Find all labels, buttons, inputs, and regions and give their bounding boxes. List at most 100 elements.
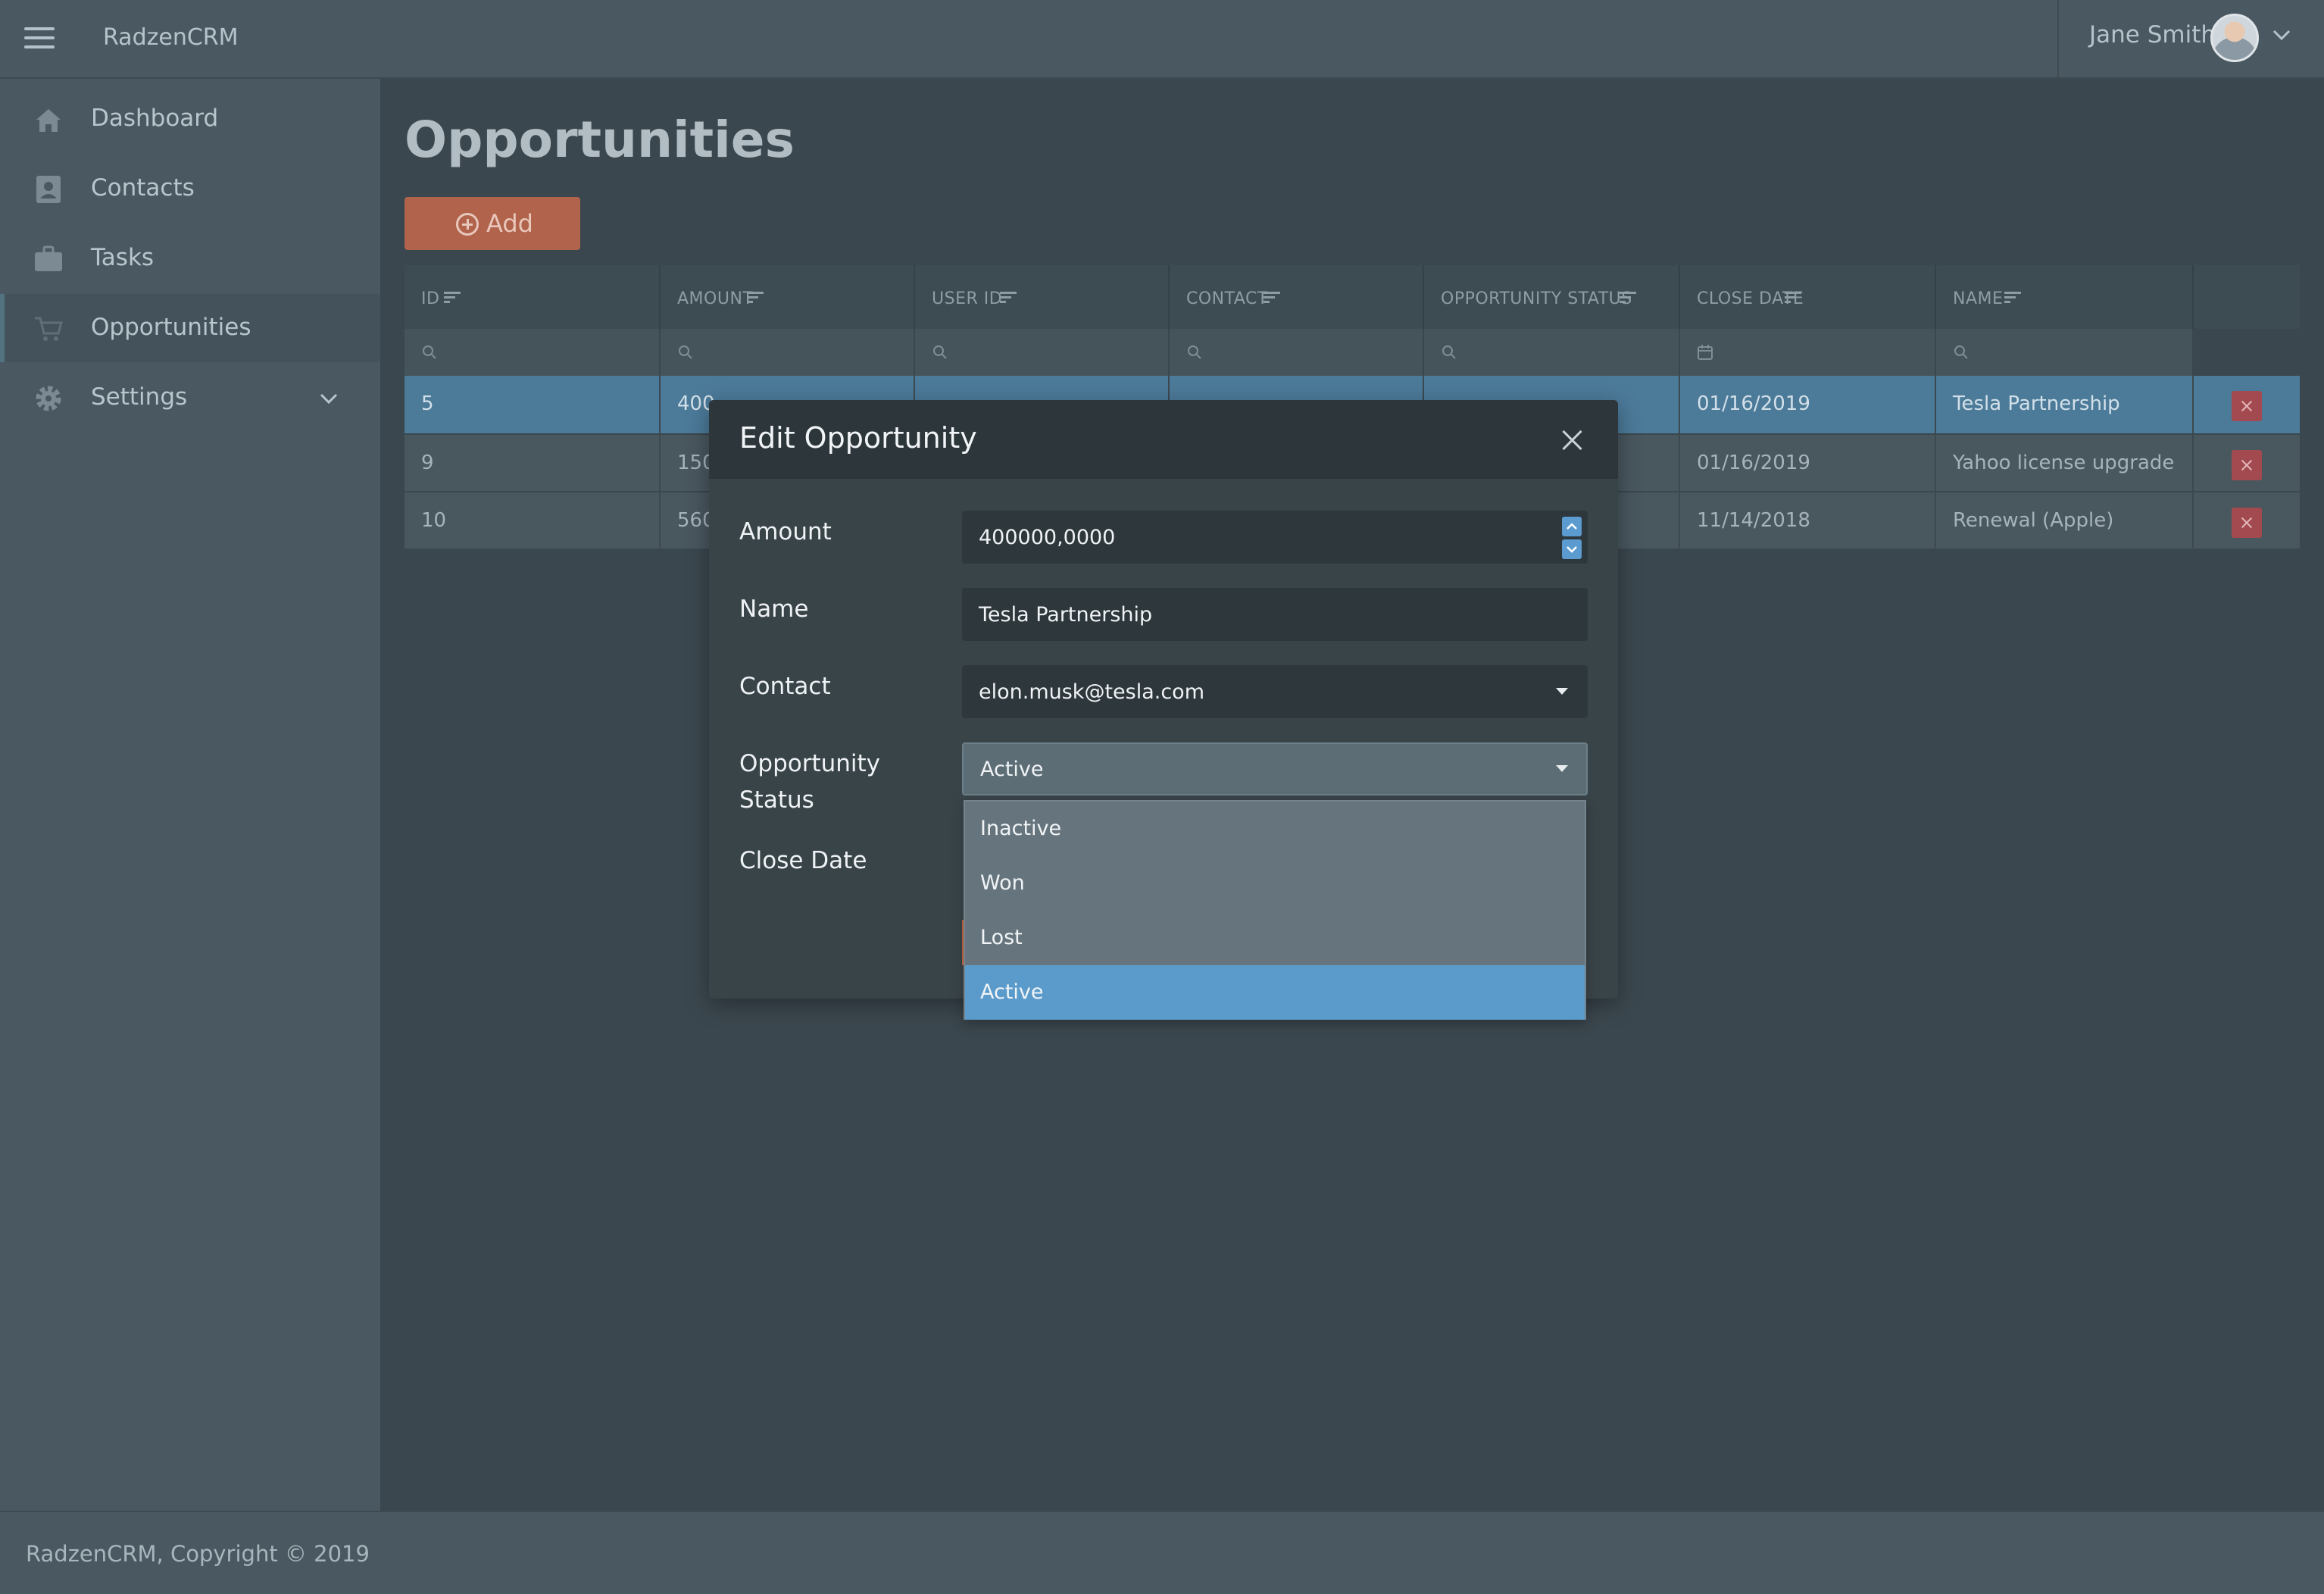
contact-label: Contact [739, 673, 831, 700]
grid-header: ID AMOUNT USER ID CONTACT OPPORTUNITY ST… [405, 265, 2300, 329]
sort-icon[interactable] [1620, 291, 1638, 305]
search-icon [1188, 345, 1201, 359]
app-name: RadzenCRM [103, 24, 239, 51]
sort-icon[interactable] [1264, 291, 1282, 305]
cell-close-date: 01/16/2019 [1680, 376, 1936, 433]
delete-button[interactable] [2232, 508, 2262, 538]
chevron-down-icon [1567, 546, 1577, 553]
top-header: RadzenCRM Jane Smith [0, 0, 2324, 79]
name-value: Tesla Partnership [979, 603, 1153, 627]
filter-name[interactable] [1936, 329, 2194, 376]
filter-close-date[interactable] [1680, 329, 1936, 376]
footer: RadzenCRM, Copyright © 2019 [0, 1511, 2324, 1594]
name-field[interactable]: Tesla Partnership [962, 588, 1588, 641]
sidebar-item-settings[interactable]: Settings [0, 364, 380, 432]
calendar-icon [1698, 345, 1713, 360]
status-option-inactive[interactable]: Inactive [965, 802, 1585, 856]
close-date-label: Close Date [739, 847, 867, 874]
contact-dropdown[interactable]: elon.musk@tesla.com [962, 665, 1588, 718]
cell-id: 9 [405, 435, 661, 492]
filter-opportunity-status[interactable] [1424, 329, 1680, 376]
sort-icon[interactable] [747, 291, 765, 305]
amount-label: Amount [739, 518, 832, 545]
search-icon [933, 345, 947, 359]
sidebar-item-contacts[interactable]: Contacts [0, 155, 380, 223]
avatar[interactable] [2210, 14, 2259, 62]
chevron-down-icon[interactable] [317, 386, 341, 411]
amount-value: 400000,0000 [979, 526, 1116, 549]
contact-icon [36, 176, 61, 203]
sidebar-item-label: Contacts [91, 174, 195, 202]
sort-icon[interactable] [444, 291, 462, 305]
user-name[interactable]: Jane Smith [2089, 21, 2216, 48]
cell-name: Yahoo license upgrade [1936, 435, 2194, 492]
status-option-won[interactable]: Won [965, 856, 1585, 911]
status-value: Active [980, 758, 1044, 781]
filter-id[interactable] [405, 329, 661, 376]
chevron-down-icon[interactable] [2269, 23, 2294, 47]
stepper-up-button[interactable] [1562, 517, 1582, 536]
delete-button[interactable] [2232, 450, 2262, 480]
sidebar-item-dashboard[interactable]: Dashboard [0, 85, 380, 153]
sidebar: Dashboard Contacts Tasks Opportunities S… [0, 79, 380, 1511]
search-icon [1442, 345, 1456, 359]
page-title: Opportunities [405, 111, 795, 169]
add-button-label: Add [486, 209, 533, 238]
chevron-up-icon [1567, 523, 1577, 530]
contact-value: elon.musk@tesla.com [979, 680, 1205, 704]
cell-name: Renewal (Apple) [1936, 492, 2194, 550]
cell-id: 5 [405, 376, 661, 433]
add-button[interactable]: Add [405, 197, 580, 250]
filter-amount[interactable] [661, 329, 915, 376]
opportunity-status-dropdown[interactable]: Active [962, 742, 1588, 795]
status-option-active[interactable]: Active [965, 965, 1585, 1020]
filter-contact[interactable] [1170, 329, 1424, 376]
sidebar-item-label: Opportunities [91, 314, 251, 341]
column-header-opportunity-status[interactable]: OPPORTUNITY STATUS [1424, 265, 1680, 329]
sort-icon[interactable] [1000, 291, 1018, 305]
gear-icon [36, 386, 61, 411]
footer-copyright: RadzenCRM, Copyright © 2019 [26, 1541, 370, 1567]
status-option-lost[interactable]: Lost [965, 911, 1585, 965]
caret-down-icon [1556, 688, 1568, 695]
column-header-amount[interactable]: AMOUNT [661, 265, 915, 329]
column-header-contact[interactable]: CONTACT [1170, 265, 1424, 329]
column-header-close-date[interactable]: CLOSE DATE [1680, 265, 1936, 329]
cart-icon [35, 317, 63, 341]
name-label: Name [739, 595, 809, 623]
hamburger-menu-icon[interactable] [24, 27, 55, 52]
search-icon [423, 345, 436, 359]
home-icon [36, 109, 61, 132]
sidebar-item-opportunities[interactable]: Opportunities [0, 294, 380, 362]
header-divider [2057, 0, 2059, 79]
dialog-title: Edit Opportunity [739, 421, 977, 455]
cell-close-date: 01/16/2019 [1680, 435, 1936, 492]
sidebar-item-label: Settings [91, 383, 188, 411]
sidebar-item-tasks[interactable]: Tasks [0, 224, 380, 292]
column-header-name[interactable]: NAME [1936, 265, 2194, 329]
column-header-user-id[interactable]: USER ID [915, 265, 1170, 329]
sort-icon[interactable] [2004, 291, 2023, 305]
add-circle-icon [456, 213, 479, 236]
opportunity-status-label: Opportunity Status [739, 750, 881, 814]
filter-user-id[interactable] [915, 329, 1170, 376]
delete-button[interactable] [2232, 391, 2262, 421]
grid-filter-row [405, 329, 2194, 376]
sidebar-item-label: Tasks [91, 244, 155, 271]
stepper-down-button[interactable] [1562, 539, 1582, 559]
caret-down-icon [1556, 765, 1568, 772]
cell-name: Tesla Partnership [1936, 376, 2194, 433]
sidebar-item-label: Dashboard [91, 105, 219, 132]
close-icon[interactable] [1560, 429, 1583, 452]
status-options-list: Inactive Won Lost Active [964, 800, 1586, 1020]
cell-id: 10 [405, 492, 661, 550]
cell-close-date: 11/14/2018 [1680, 492, 1936, 550]
dialog-header: Edit Opportunity [709, 400, 1618, 479]
search-icon [1954, 345, 1968, 359]
column-header-id[interactable]: ID [405, 265, 661, 329]
search-icon [679, 345, 692, 359]
amount-field[interactable]: 400000,0000 [962, 511, 1588, 564]
amount-stepper [1562, 515, 1582, 559]
sort-icon[interactable] [1785, 291, 1803, 305]
briefcase-icon [35, 245, 62, 271]
